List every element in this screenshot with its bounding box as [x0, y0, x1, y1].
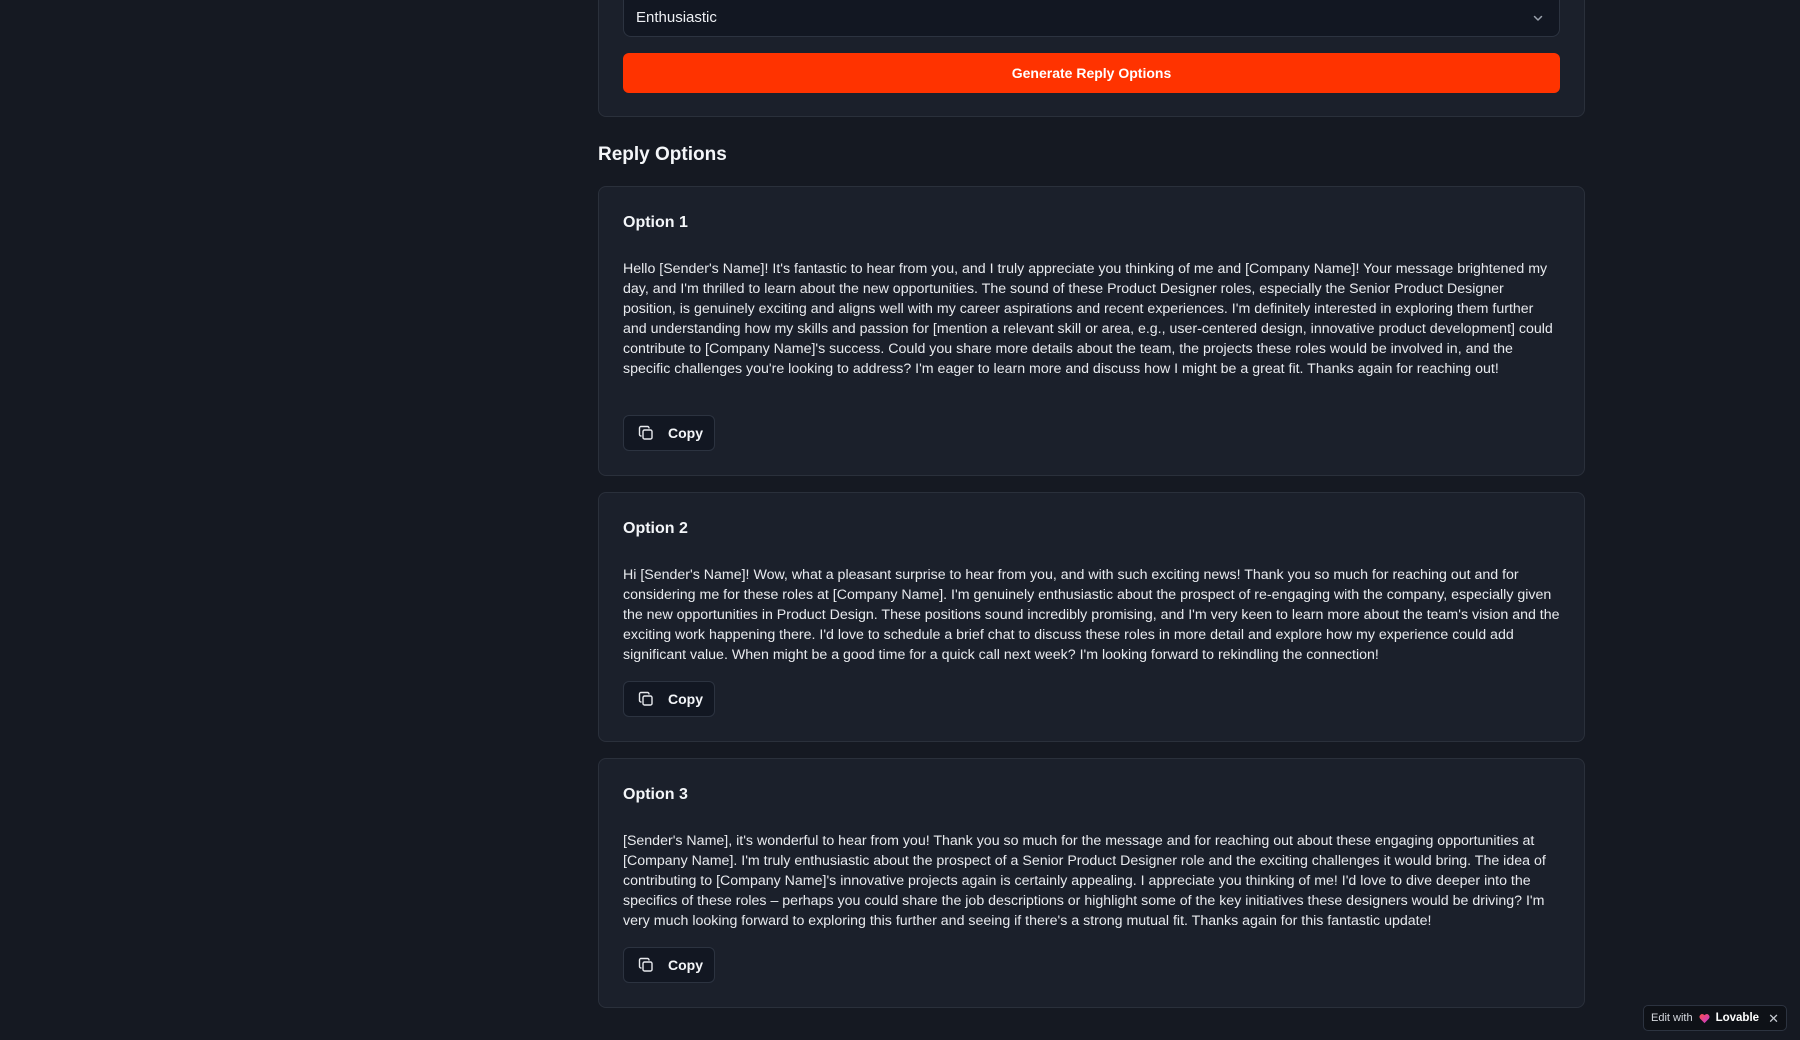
- reply-option-card: Option 2 Hi [Sender's Name]! Wow, what a…: [598, 492, 1585, 742]
- option-title: Option 3: [623, 786, 688, 803]
- close-icon[interactable]: ✕: [1768, 1012, 1779, 1025]
- tone-select-value: Enthusiastic: [636, 8, 717, 26]
- edit-with-lovable-badge[interactable]: Edit with Lovable ✕: [1643, 1005, 1787, 1031]
- copy-label: Copy: [668, 691, 703, 707]
- option-title: Option 1: [623, 214, 688, 231]
- option-text: [Sender's Name], it's wonderful to hear …: [623, 833, 1546, 929]
- copy-button[interactable]: Copy: [623, 415, 715, 451]
- copy-icon: [638, 691, 654, 707]
- page: Enthusiastic Generate Reply Options Repl…: [0, 0, 1800, 1040]
- option-text: Hello [Sender's Name]! It's fantastic to…: [623, 261, 1553, 377]
- copy-button[interactable]: Copy: [623, 681, 715, 717]
- copy-icon: [638, 425, 654, 441]
- copy-label: Copy: [668, 957, 703, 973]
- reply-form-card: Enthusiastic Generate Reply Options: [598, 0, 1585, 117]
- chevron-down-icon: [1531, 11, 1545, 25]
- option-title: Option 2: [623, 520, 688, 537]
- tone-select[interactable]: Enthusiastic: [623, 0, 1560, 37]
- copy-label: Copy: [668, 425, 703, 441]
- lovable-heart-icon: [1699, 1013, 1710, 1024]
- reply-options-heading: Reply Options: [598, 144, 727, 165]
- copy-button[interactable]: Copy: [623, 947, 715, 983]
- badge-prefix: Edit with: [1651, 1012, 1693, 1024]
- reply-option-card: Option 3 [Sender's Name], it's wonderful…: [598, 758, 1585, 1008]
- option-text: Hi [Sender's Name]! Wow, what a pleasant…: [623, 567, 1560, 663]
- reply-option-card: Option 1 Hello [Sender's Name]! It's fan…: [598, 186, 1585, 476]
- badge-brand: Lovable: [1715, 1012, 1760, 1024]
- copy-icon: [638, 957, 654, 973]
- generate-reply-options-button[interactable]: Generate Reply Options: [623, 53, 1560, 93]
